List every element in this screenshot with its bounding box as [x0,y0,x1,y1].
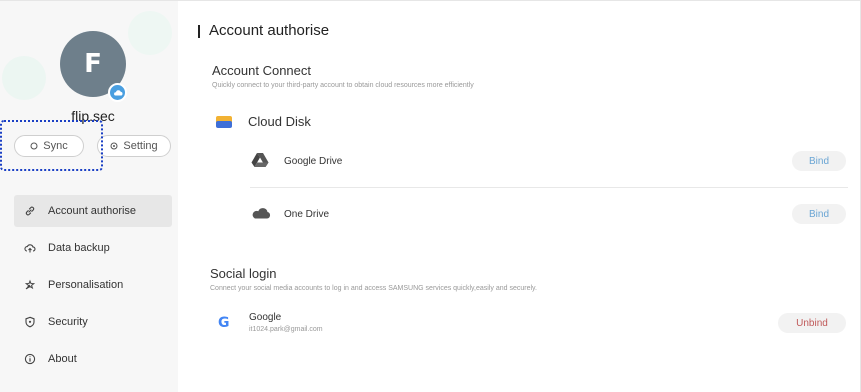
gear-icon [110,142,118,150]
personalisation-icon [24,279,36,290]
app-window: F flip.sec Sync Setting Account authoris… [0,0,861,392]
link-icon [25,206,35,216]
google-drive-bind-button[interactable]: Bind [792,151,846,171]
username: flip.sec [71,108,115,124]
sidebar-item-label: Security [48,316,88,328]
onedrive-bind-button[interactable]: Bind [792,204,846,224]
google-drive-label: Google Drive [284,156,343,167]
setting-button[interactable]: Setting [97,135,171,157]
cloud-disk-label: Cloud Disk [248,114,311,129]
sidebar-item-label: Account authorise [48,205,137,217]
page-title: Account authorise [209,22,330,39]
cloud-badge-icon [108,83,127,102]
sidebar-item-security[interactable]: Security [14,306,172,338]
sidebar: F flip.sec Sync Setting Account authoris… [0,1,178,392]
account-connect-title: Account Connect [212,63,312,78]
decor-bubble [128,11,172,55]
onedrive-icon [252,208,271,219]
sync-button[interactable]: Sync [14,135,84,157]
sync-icon [30,142,38,150]
sidebar-item-data-backup[interactable]: Data backup [14,232,172,264]
avatar-initial: F [84,49,102,79]
sidebar-item-label: Data backup [48,242,110,254]
google-icon: G [218,315,230,331]
sidebar-nav: Account authorise Data backup Personalis… [14,195,172,380]
onedrive-label: One Drive [284,209,330,220]
social-login-title: Social login [210,266,277,281]
main-panel: Account authorise Account Connect Quickl… [178,1,860,392]
social-login-subtitle: Connect your social media accounts to lo… [210,285,537,292]
shield-icon [25,316,35,328]
info-icon [24,353,36,365]
decor-bubble [2,56,46,100]
account-connect-subtitle: Quickly connect to your third-party acco… [212,82,474,89]
sidebar-item-label: About [48,353,77,365]
google-account-name: Google [249,312,282,323]
sidebar-item-account-authorise[interactable]: Account authorise [14,195,172,227]
sidebar-item-label: Personalisation [48,279,124,291]
divider [250,187,848,188]
google-unbind-button[interactable]: Unbind [778,313,846,333]
cloud-disk-icon [216,116,232,128]
google-account-email: it1024.park@gmail.com [249,326,323,333]
google-drive-icon [251,153,269,167]
sidebar-item-about[interactable]: About [14,343,172,375]
sync-label: Sync [43,140,68,152]
title-accent [198,25,200,38]
cloud-upload-icon [24,244,36,253]
setting-label: Setting [123,140,158,152]
sidebar-item-personalisation[interactable]: Personalisation [14,269,172,301]
